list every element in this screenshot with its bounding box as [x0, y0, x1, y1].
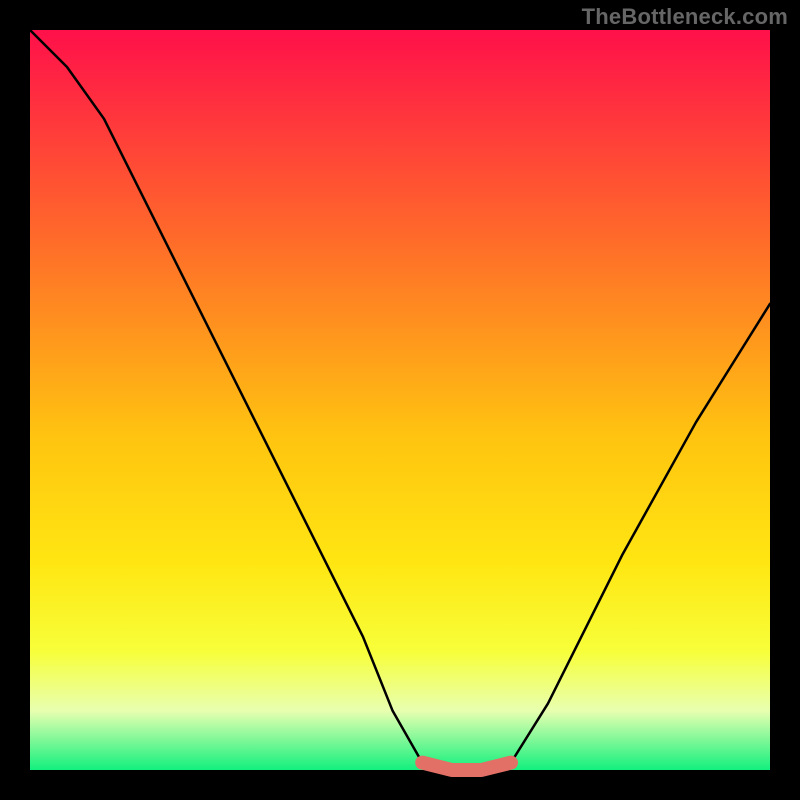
- watermark-label: TheBottleneck.com: [582, 4, 788, 30]
- optimal-region-marker: [422, 763, 511, 770]
- chart-frame: TheBottleneck.com: [0, 0, 800, 800]
- bottleneck-chart: [0, 0, 800, 800]
- gradient-background: [30, 30, 770, 770]
